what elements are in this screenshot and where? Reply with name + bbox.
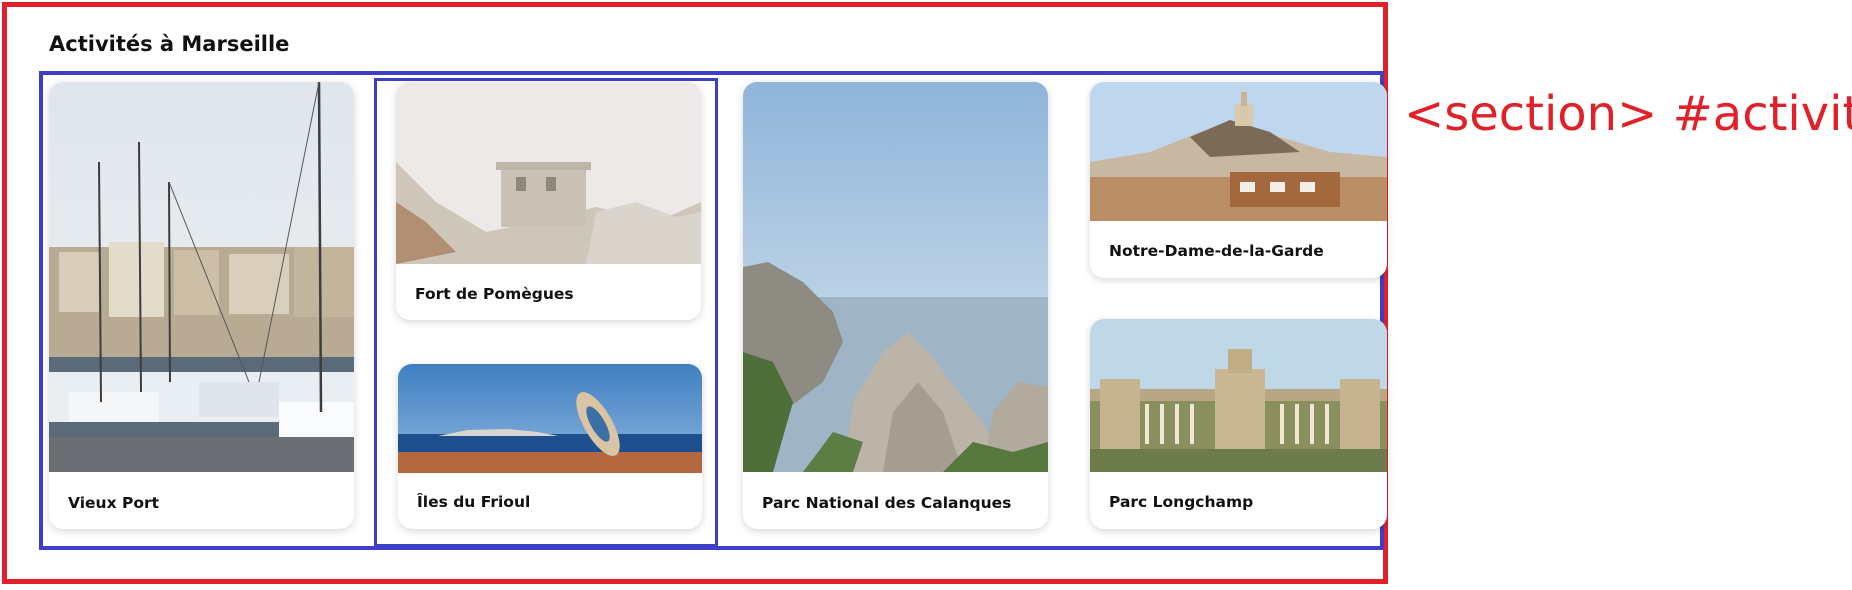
card-title: Parc Longchamp [1109,493,1254,511]
card-notre-dame-de-la-garde[interactable]: Notre-Dame-de-la-Garde [1090,82,1387,278]
card-title: Fort de Pomègues [415,285,574,303]
basilica-photo [1090,82,1387,221]
fort-photo [396,82,701,264]
card-parc-longchamp[interactable]: Parc Longchamp [1090,319,1387,529]
card-vieux-port[interactable]: Vieux Port [49,82,354,529]
card-title: Parc National des Calanques [762,494,1012,512]
harbour-photo [49,82,354,472]
card-title: Notre-Dame-de-la-Garde [1109,242,1324,260]
card-parc-national-des-calanques[interactable]: Parc National des Calanques [743,82,1048,529]
card-iles-du-frioul[interactable]: Îles du Frioul [398,364,702,529]
card-fort-de-pomegues[interactable]: Fort de Pomègues [396,82,701,320]
section-heading: Activités à Marseille [49,32,290,56]
page: <section> #activites Activités à Marseil… [0,0,1852,590]
section-annotation-label: <section> #activites [1404,86,1852,142]
card-title: Îles du Frioul [417,493,531,511]
card-title: Vieux Port [68,494,160,512]
islands-photo [398,364,702,473]
palais-longchamp-photo [1090,319,1387,472]
calanques-photo [743,82,1048,472]
